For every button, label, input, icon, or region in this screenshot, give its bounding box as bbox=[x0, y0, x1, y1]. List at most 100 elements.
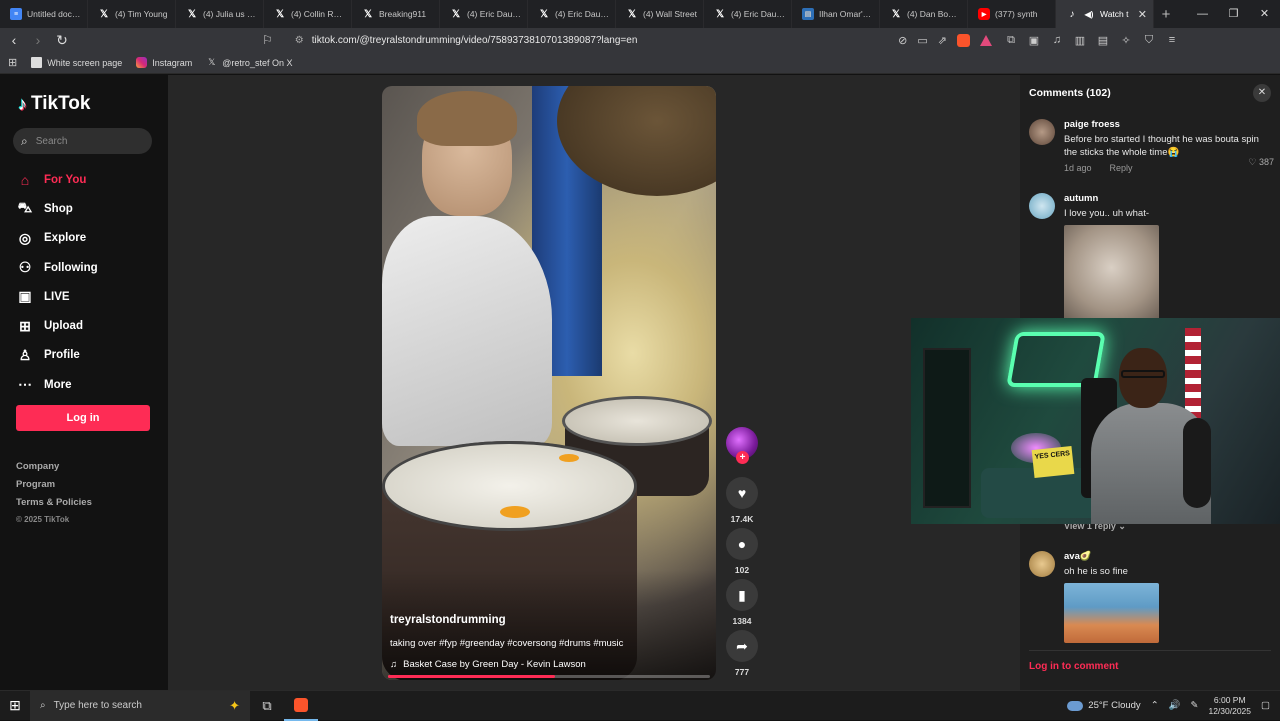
live-icon: ▣ bbox=[18, 288, 32, 305]
browser-tab[interactable]: ≡ Untitled docum bbox=[0, 0, 88, 28]
browser-tab[interactable]: ▶ (377) synth bbox=[968, 0, 1056, 28]
leo-ai-icon[interactable]: ✧ bbox=[1119, 34, 1133, 47]
comment-image-cat[interactable] bbox=[1064, 225, 1159, 320]
browser-tab[interactable]: 𝕏 (4) Eric Daugh bbox=[528, 0, 616, 28]
close-icon[interactable]: ✕ bbox=[1253, 84, 1271, 102]
active-tab[interactable]: ♪ ◀) Watch t ✕ bbox=[1056, 0, 1154, 28]
brave-taskbar-icon[interactable] bbox=[284, 691, 318, 721]
chevron-up-icon[interactable]: ⌃ bbox=[1151, 700, 1159, 711]
follow-plus-icon[interactable]: + bbox=[736, 451, 749, 464]
menu-icon[interactable]: ≡ bbox=[1165, 34, 1179, 47]
restore-icon[interactable]: ❐ bbox=[1218, 0, 1249, 28]
brave-shields-icon[interactable] bbox=[957, 33, 970, 47]
time: 6:00 PM bbox=[1213, 694, 1246, 705]
bookmark-item[interactable]: Instagram bbox=[136, 57, 192, 68]
reload-icon[interactable]: ↻ bbox=[52, 32, 72, 49]
browser-tab[interactable]: 𝕏 (4) Dan Bongin bbox=[880, 0, 968, 28]
sidebar-item-more[interactable]: ⋯ More bbox=[16, 370, 98, 399]
avatar[interactable] bbox=[1029, 193, 1055, 219]
sidebar-toggle-icon[interactable]: ▥ bbox=[1073, 34, 1087, 47]
comment-author[interactable]: autumn bbox=[1064, 193, 1274, 204]
tab-title: Ilhan Omar's h bbox=[819, 9, 873, 19]
clock[interactable]: 6:00 PM 12/30/2025 bbox=[1208, 695, 1251, 717]
music-icon[interactable]: ♫ bbox=[1050, 34, 1064, 47]
comment-author[interactable]: paige froess bbox=[1064, 119, 1274, 130]
sidebar-item-upload[interactable]: ⊞ Upload bbox=[16, 311, 98, 340]
new-tab-button[interactable]: + bbox=[1154, 6, 1178, 23]
sidebar-item-label: For You bbox=[44, 173, 87, 186]
pen-icon[interactable]: ✎ bbox=[1191, 700, 1199, 711]
browser-tab[interactable]: ▤ Ilhan Omar's h bbox=[792, 0, 880, 28]
like-button[interactable]: ♥ bbox=[726, 477, 758, 509]
sidebar-item-label: Explore bbox=[44, 232, 87, 245]
browser-tab[interactable]: 𝕏 Breaking911 bbox=[352, 0, 440, 28]
vpn-icon[interactable]: ⛉ bbox=[1142, 34, 1156, 47]
taskbar-search[interactable]: ⌕ Type here to search ✦ bbox=[30, 690, 250, 721]
cloud-icon bbox=[1067, 700, 1084, 711]
speaker-icon[interactable]: 🔊 bbox=[1169, 700, 1181, 711]
browser-tab[interactable]: 𝕏 (4) Eric Daugh bbox=[704, 0, 792, 28]
footer-link-program[interactable]: Program bbox=[16, 479, 92, 497]
login-to-comment[interactable]: Log in to comment bbox=[1029, 650, 1271, 682]
video-progress-bar[interactable] bbox=[388, 675, 710, 678]
sidebar-item-for-you[interactable]: ⌂ For You bbox=[16, 165, 98, 194]
browser-tab[interactable]: 𝕏 (4) Tim Young bbox=[88, 0, 176, 28]
share-button[interactable]: ➦ bbox=[726, 630, 758, 662]
sidebar-item-explore[interactable]: ◎ Explore bbox=[16, 224, 98, 253]
sidebar-item-following[interactable]: ⚇ Following bbox=[16, 253, 98, 282]
site-settings-icon[interactable]: ⚙ bbox=[295, 35, 304, 46]
extensions-icon[interactable]: ⧉ bbox=[1004, 34, 1018, 47]
address-bar: ‹ › ↻ ⚐ ⚙ tiktok.com/@treyralstondrummin… bbox=[0, 28, 1280, 52]
close-window-icon[interactable]: ✕ bbox=[1249, 0, 1280, 28]
sidebar-item-live[interactable]: ▣ LIVE bbox=[16, 282, 98, 311]
browser-tab[interactable]: 𝕏 (4) Julia us on X bbox=[176, 0, 264, 28]
bookmark-item[interactable]: 𝕏 @retro_stef On X bbox=[206, 57, 292, 68]
wallet-icon[interactable]: ▤ bbox=[1096, 34, 1110, 47]
avatar[interactable] bbox=[1029, 119, 1055, 145]
comment-image[interactable] bbox=[1064, 583, 1159, 643]
x-icon: 𝕏 bbox=[715, 8, 725, 20]
search-input[interactable]: ⌕ Search bbox=[13, 128, 152, 154]
video-music[interactable]: ♫ Basket Case by Green Day - Kevin Lawso… bbox=[390, 659, 586, 670]
close-tab-icon[interactable]: ✕ bbox=[1138, 8, 1147, 21]
login-button[interactable]: Log in bbox=[16, 405, 150, 431]
video-username[interactable]: treyralstondrumming bbox=[390, 614, 506, 626]
sidebar-item-profile[interactable]: ♙ Profile bbox=[16, 341, 98, 370]
bookmark-item[interactable]: White screen page bbox=[31, 57, 122, 68]
bookmark-label: Instagram bbox=[152, 57, 193, 68]
following-icon: ⚇ bbox=[18, 259, 32, 276]
screenshot-icon[interactable]: ▣ bbox=[1027, 34, 1041, 47]
cast-icon[interactable]: ▭ bbox=[917, 34, 927, 47]
tiktok-logo[interactable]: ♪ TikTok bbox=[18, 93, 90, 115]
browser-tab[interactable]: 𝕏 (4) Collin Rugg bbox=[264, 0, 352, 28]
weather-widget[interactable]: 25°F Cloudy bbox=[1067, 700, 1141, 711]
video-player[interactable]: treyralstondrumming taking over #fyp #gr… bbox=[382, 86, 716, 680]
bookmark-label: @retro_stef On X bbox=[222, 57, 293, 68]
comment-button[interactable]: ● bbox=[726, 528, 758, 560]
comment-like[interactable]: ♡ 387 bbox=[1248, 157, 1274, 168]
share-icon[interactable]: ⇗ bbox=[938, 34, 947, 47]
windows-start-icon[interactable]: ⊞ bbox=[0, 697, 30, 714]
tab-title: (4) Tim Young bbox=[115, 9, 168, 19]
task-view-icon[interactable]: ⧉ bbox=[250, 698, 284, 714]
video-off-icon[interactable]: ⊘ bbox=[898, 34, 907, 47]
reply-button[interactable]: Reply bbox=[1110, 163, 1133, 173]
avatar[interactable] bbox=[1029, 551, 1055, 577]
url-field[interactable]: ⚐ ⚙ tiktok.com/@treyralstondrumming/vide… bbox=[262, 28, 992, 52]
footer-link-terms[interactable]: Terms & Policies bbox=[16, 497, 92, 515]
browser-tab[interactable]: 𝕏 (4) Wall Street bbox=[616, 0, 704, 28]
creator-avatar[interactable]: + bbox=[726, 427, 758, 464]
bookmark-icon[interactable]: ⚐ bbox=[262, 33, 273, 47]
brave-rewards-icon[interactable] bbox=[980, 34, 992, 46]
apps-grid-icon[interactable]: ⊞ bbox=[8, 56, 17, 69]
save-button[interactable]: ▮ bbox=[726, 579, 758, 611]
sidebar-item-shop[interactable]: ⛍ Shop bbox=[16, 194, 98, 223]
url-text[interactable]: tiktok.com/@treyralstondrumming/video/75… bbox=[312, 35, 638, 46]
forward-icon[interactable]: › bbox=[28, 32, 48, 48]
minimize-icon[interactable]: — bbox=[1187, 0, 1218, 28]
comment-author[interactable]: ava🥑 bbox=[1064, 551, 1274, 562]
browser-tab[interactable]: 𝕏 (4) Eric Daugh bbox=[440, 0, 528, 28]
footer-link-company[interactable]: Company bbox=[16, 461, 92, 479]
back-icon[interactable]: ‹ bbox=[4, 32, 24, 48]
notifications-icon[interactable]: ▢ bbox=[1261, 700, 1270, 711]
